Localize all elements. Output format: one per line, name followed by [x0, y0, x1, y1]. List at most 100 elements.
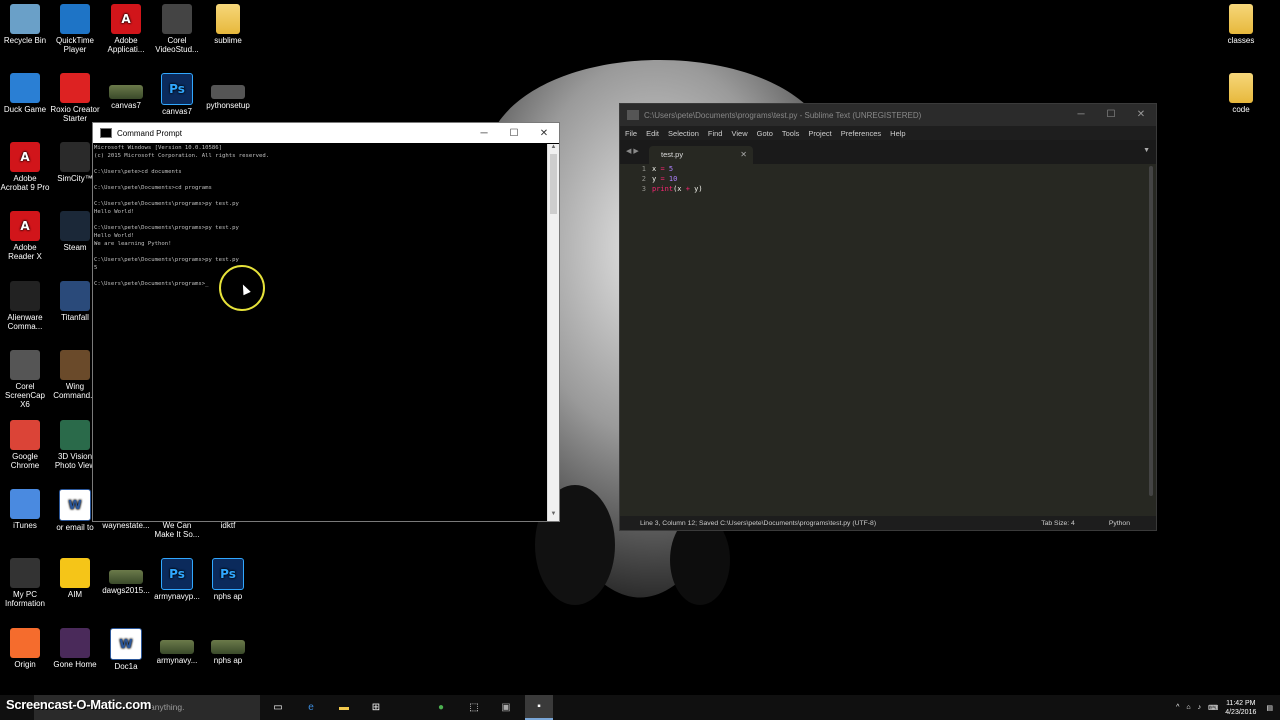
- task-view-icon[interactable]: ▭: [270, 699, 286, 715]
- command-prompt-window[interactable]: Command Prompt ─ ☐ ✕ Microsoft Windows […: [92, 122, 560, 522]
- image-thumbnail-icon: [109, 85, 143, 99]
- menu-item-edit[interactable]: Edit: [646, 129, 659, 138]
- roxio-icon: [60, 73, 90, 103]
- cmd-console-output[interactable]: Microsoft Windows [Version 10.0.10586] (c…: [94, 144, 547, 521]
- alienware-icon: [10, 281, 40, 311]
- tab-size-selector[interactable]: Tab Size: 4: [1041, 520, 1075, 527]
- cmd-title: Command Prompt: [117, 128, 182, 138]
- desktop-icon[interactable]: A Adobe Acrobat 9 Pro: [0, 142, 50, 192]
- desktop-icon[interactable]: AIM: [50, 558, 100, 599]
- menu-item-project[interactable]: Project: [808, 129, 831, 138]
- sublime-titlebar[interactable]: C:\Users\pete\Documents\programs\test.py…: [620, 104, 1156, 126]
- scroll-thumb[interactable]: [550, 154, 557, 214]
- edge-icon[interactable]: e: [303, 699, 319, 715]
- minimize-button[interactable]: ─: [469, 123, 499, 143]
- desktop-icon[interactable]: armynavy...: [152, 628, 202, 665]
- line-number-gutter: 1 2 3: [620, 164, 646, 194]
- desktop-icon[interactable]: Roxio Creator Starter: [50, 73, 100, 123]
- desktop-icon[interactable]: Ps armynavyp...: [152, 558, 202, 601]
- menu-item-help[interactable]: Help: [890, 129, 905, 138]
- tray-overflow-icon[interactable]: ^: [1176, 704, 1179, 711]
- desktop-icon[interactable]: QuickTime Player: [50, 4, 100, 54]
- desktop-icon[interactable]: A Adobe Applicati...: [101, 4, 151, 54]
- desktop-icon[interactable]: sublime: [203, 4, 253, 45]
- network-icon[interactable]: ⌂: [1186, 704, 1190, 711]
- recycle-bin-icon: [10, 4, 40, 34]
- gone-home-icon: [60, 628, 90, 658]
- desktop-icon[interactable]: code: [1216, 73, 1266, 114]
- desktop-icon[interactable]: classes: [1216, 4, 1266, 45]
- keyboard-icon[interactable]: ⌨: [1208, 704, 1218, 712]
- maximize-button[interactable]: ☐: [499, 123, 529, 143]
- menu-item-file[interactable]: File: [625, 129, 637, 138]
- minimize-button[interactable]: ─: [1066, 104, 1096, 124]
- code-content[interactable]: x = 5 y = 10 print(x + y): [652, 164, 703, 194]
- sublime-title: C:\Users\pete\Documents\programs\test.py…: [644, 110, 922, 120]
- desktop-icon[interactable]: Origin: [0, 628, 50, 669]
- close-button[interactable]: ✕: [529, 123, 559, 143]
- cmd-scrollbar[interactable]: ▲ ▼: [547, 144, 559, 521]
- console-line: We are learning Python!: [94, 241, 172, 247]
- status-position: Line 3, Column 12; Saved C:\Users\pete\D…: [640, 519, 877, 527]
- console-line: Hello World!: [94, 233, 135, 239]
- sublime-text-window[interactable]: C:\Users\pete\Documents\programs\test.py…: [619, 103, 1157, 531]
- close-tab-icon[interactable]: ✕: [740, 146, 747, 164]
- desktop-icon-label: nphs ap: [213, 592, 243, 601]
- chrome-taskbar-icon[interactable]: ●: [433, 699, 449, 715]
- scroll-down-icon[interactable]: ▼: [548, 511, 559, 521]
- store-icon[interactable]: ⊞: [368, 699, 384, 715]
- menu-item-preferences[interactable]: Preferences: [841, 129, 881, 138]
- menu-item-find[interactable]: Find: [708, 129, 723, 138]
- desktop-icon[interactable]: nphs ap: [203, 628, 253, 665]
- menu-item-goto[interactable]: Goto: [757, 129, 773, 138]
- desktop-icon[interactable]: Corel VideoStud...: [152, 4, 202, 54]
- sublime-scrollbar[interactable]: [1149, 166, 1153, 496]
- clock[interactable]: 11:42 PM 4/23/2016: [1225, 699, 1256, 717]
- close-button[interactable]: ✕: [1126, 104, 1156, 124]
- desktop-icon-label: waynestate...: [102, 521, 150, 530]
- desktop-icon[interactable]: Corel ScreenCap X6: [0, 350, 50, 409]
- cmd-taskbar-icon[interactable]: ▪: [525, 695, 553, 720]
- image-thumbnail-icon: [109, 570, 143, 584]
- cmd-titlebar[interactable]: Command Prompt ─ ☐ ✕: [93, 123, 559, 143]
- desktop-icon[interactable]: Duck Game: [0, 73, 50, 114]
- file-explorer-icon[interactable]: ▬: [336, 699, 352, 715]
- syntax-selector[interactable]: Python: [1109, 520, 1130, 527]
- desktop-icon[interactable]: Ps canvas7: [152, 73, 202, 116]
- tab-nav-arrows-icon[interactable]: ◀ ▶: [626, 147, 639, 155]
- desktop-icon[interactable]: Alienware Comma...: [0, 281, 50, 331]
- console-line: Microsoft Windows [Version 10.0.10586]: [94, 145, 222, 151]
- scroll-up-icon[interactable]: ▲: [548, 144, 559, 154]
- psd-file-icon: Ps: [161, 558, 193, 590]
- desktop-icon[interactable]: Gone Home: [50, 628, 100, 669]
- tab-dropdown-icon[interactable]: ▼: [1143, 147, 1150, 154]
- maximize-button[interactable]: ☐: [1096, 104, 1126, 124]
- desktop-icon[interactable]: canvas7: [101, 73, 151, 110]
- origin-icon: [10, 628, 40, 658]
- code-editor[interactable]: 1 2 3 x = 5 y = 10 print(x + y): [620, 164, 1156, 516]
- notifications-icon[interactable]: ▤: [1266, 704, 1273, 712]
- desktop-icon-label: Recycle Bin: [3, 36, 47, 45]
- menu-item-selection[interactable]: Selection: [668, 129, 699, 138]
- desktop-icon[interactable]: Ps nphs ap: [203, 558, 253, 601]
- desktop-icon[interactable]: Google Chrome: [0, 420, 50, 470]
- image-thumbnail-icon: [160, 640, 194, 654]
- tab-label: test.py: [661, 150, 684, 159]
- menu-item-view[interactable]: View: [731, 129, 747, 138]
- desktop-icon-label: We Can Make It So...: [154, 521, 200, 539]
- photo-app-icon[interactable]: ▣: [498, 699, 514, 715]
- desktop-icon[interactable]: Recycle Bin: [0, 4, 50, 45]
- tab-test-py[interactable]: test.py ✕: [649, 146, 753, 164]
- volume-icon[interactable]: ♪: [1198, 704, 1202, 711]
- desktop-icon[interactable]: W Doc1a: [101, 628, 151, 671]
- desktop-icon[interactable]: dawgs2015...: [101, 558, 151, 595]
- desktop-icon[interactable]: pythonsetup: [203, 73, 253, 110]
- desktop-icon[interactable]: My PC Information: [0, 558, 50, 608]
- desktop-icon-label: QuickTime Player: [56, 36, 94, 54]
- snipping-tool-icon[interactable]: ⬚: [466, 699, 482, 715]
- menu-item-tools[interactable]: Tools: [782, 129, 800, 138]
- desktop-icon[interactable]: iTunes: [0, 489, 50, 530]
- desktop-icon[interactable]: A Adobe Reader X: [0, 211, 50, 261]
